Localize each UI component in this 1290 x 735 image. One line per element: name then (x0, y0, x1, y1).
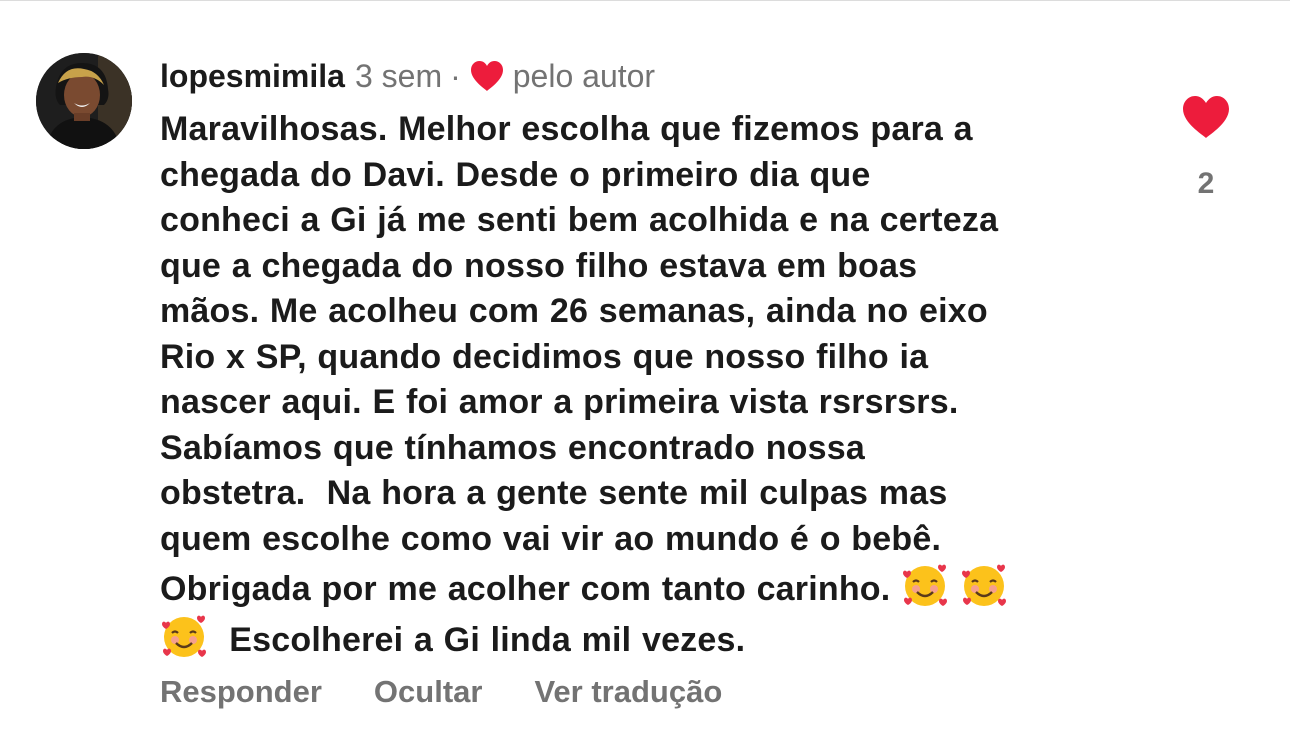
comment-text: Maravilhosas. Melhor escolha que fizemos… (160, 107, 1140, 663)
comment-line: obstetra. Na hora a gente sente mil culp… (160, 474, 948, 512)
avatar[interactable] (36, 53, 132, 149)
comment-line: quem escolhe como vai vir ao mundo é o b… (160, 519, 942, 558)
smiling-face-with-hearts-emoji-icon (961, 564, 1006, 606)
heart-icon (470, 61, 503, 91)
comment-line: Sabíamos que tínhamos encontrado nossa (160, 428, 865, 467)
comment-line: chegada do Davi. Desde o primeiro dia qu… (160, 155, 871, 194)
username[interactable]: lopesmimila (160, 55, 345, 97)
hide-button[interactable]: Ocultar (374, 672, 483, 712)
avatar-image (36, 53, 132, 149)
comment-line: conheci a Gi já me senti bem acolhida e … (160, 201, 999, 239)
smiling-face-with-hearts-emoji-icon (162, 615, 206, 657)
top-divider (0, 0, 1290, 1)
like-heart-icon[interactable] (1181, 95, 1231, 139)
comment: lopesmimila 3 sem · pelo autor Maravilho… (160, 55, 1140, 663)
comment-line: que a chegada do nosso filho estava em b… (160, 246, 918, 285)
comment-meta: lopesmimila 3 sem · pelo autor (160, 55, 1140, 97)
comment-line: nascer aqui. E foi amor a primeira vista… (160, 383, 959, 421)
meta-separator: · (450, 58, 461, 94)
comment-line: Maravilhosas. Melhor escolha que fizemos… (160, 110, 973, 148)
comment-line: Rio x SP, quando decidimos que nosso fil… (160, 337, 929, 376)
see-translation-button[interactable]: Ver tradução (534, 672, 722, 712)
liked-by-author-label: pelo autor (512, 58, 656, 94)
comment-line-text: Escolherei a Gi linda mil vezes. (229, 620, 746, 659)
like-count: 2 (1197, 167, 1215, 200)
comment-line-with-emoji: Escolherei a Gi linda mil vezes. (160, 613, 1140, 664)
comment-line: mãos. Me acolheu com 26 semanas, ainda n… (160, 292, 988, 330)
smiling-face-with-hearts-emoji-icon (903, 564, 948, 606)
comment-actions: Responder Ocultar Ver tradução (160, 672, 722, 712)
timestamp[interactable]: 3 sem (355, 55, 442, 97)
comment-line-with-emoji: Obrigada por me acolher com tanto carinh… (160, 562, 1140, 613)
comment-line-text: Obrigada por me acolher com tanto carinh… (160, 570, 891, 608)
reply-button[interactable]: Responder (160, 672, 322, 712)
